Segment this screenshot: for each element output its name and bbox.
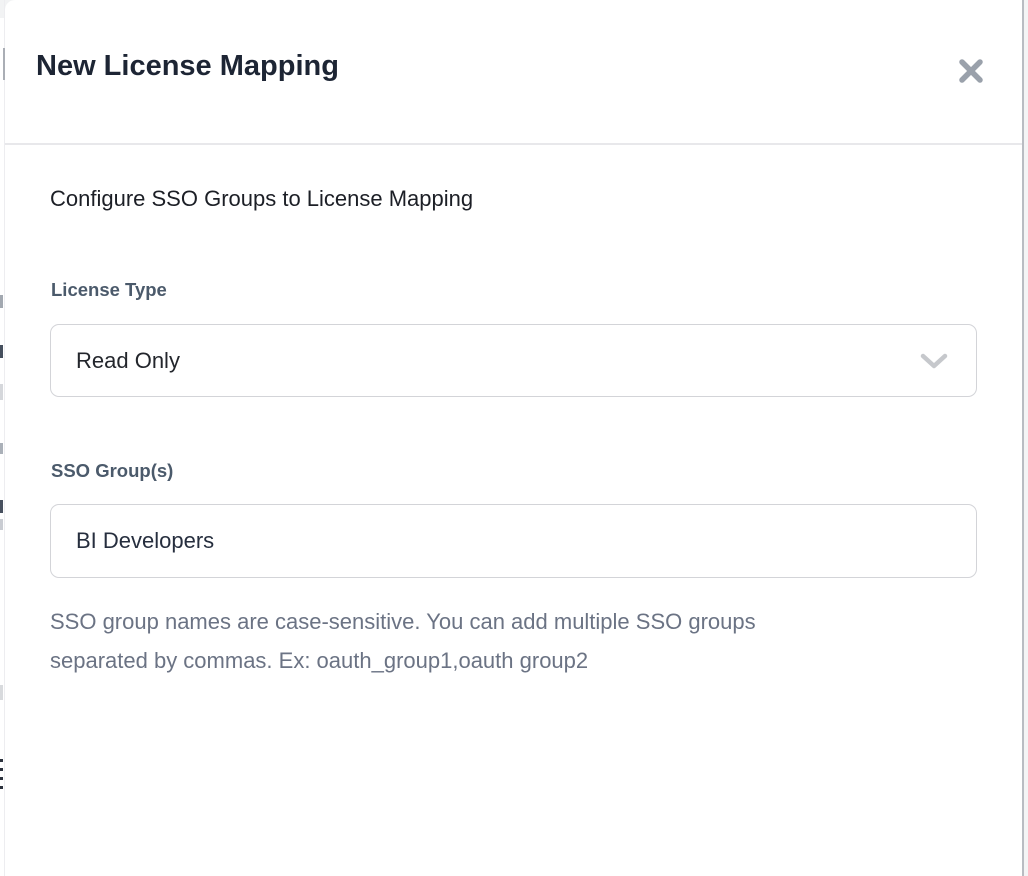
menu-icon-fragment	[0, 786, 3, 789]
license-type-label: License Type	[51, 279, 167, 301]
helper-line-2: separated by commas. Ex: oauth_group1,oa…	[50, 641, 756, 680]
background-page-fragment	[0, 500, 3, 513]
background-page-fragment	[0, 519, 3, 530]
menu-icon-fragment	[0, 759, 3, 762]
sso-groups-input[interactable]	[50, 504, 977, 578]
menu-icon-fragment	[0, 777, 3, 780]
license-type-selected-value: Read Only	[76, 348, 180, 374]
background-page-fragment	[0, 685, 3, 700]
dialog-title: New License Mapping	[36, 50, 339, 83]
background-page-edge	[1024, 0, 1028, 876]
license-type-select[interactable]: Read Only	[50, 324, 977, 397]
dialog-subtitle: Configure SSO Groups to License Mapping	[50, 186, 473, 212]
background-page-fragment	[0, 295, 3, 308]
new-license-mapping-dialog: New License Mapping Configure SSO Groups…	[5, 0, 1022, 876]
background-page-fragment	[0, 443, 3, 454]
close-icon	[956, 56, 986, 86]
chevron-down-icon	[920, 353, 948, 369]
sso-groups-label: SSO Group(s)	[51, 460, 173, 482]
background-page-fragment	[0, 384, 3, 400]
menu-icon-fragment	[0, 768, 3, 771]
sso-groups-helper-text: SSO group names are case-sensitive. You …	[50, 602, 756, 680]
header-divider	[5, 143, 1022, 145]
background-page-fragment	[0, 345, 3, 358]
helper-line-1: SSO group names are case-sensitive. You …	[50, 602, 756, 641]
close-button[interactable]	[952, 52, 990, 90]
screen: New License Mapping Configure SSO Groups…	[0, 0, 1028, 876]
